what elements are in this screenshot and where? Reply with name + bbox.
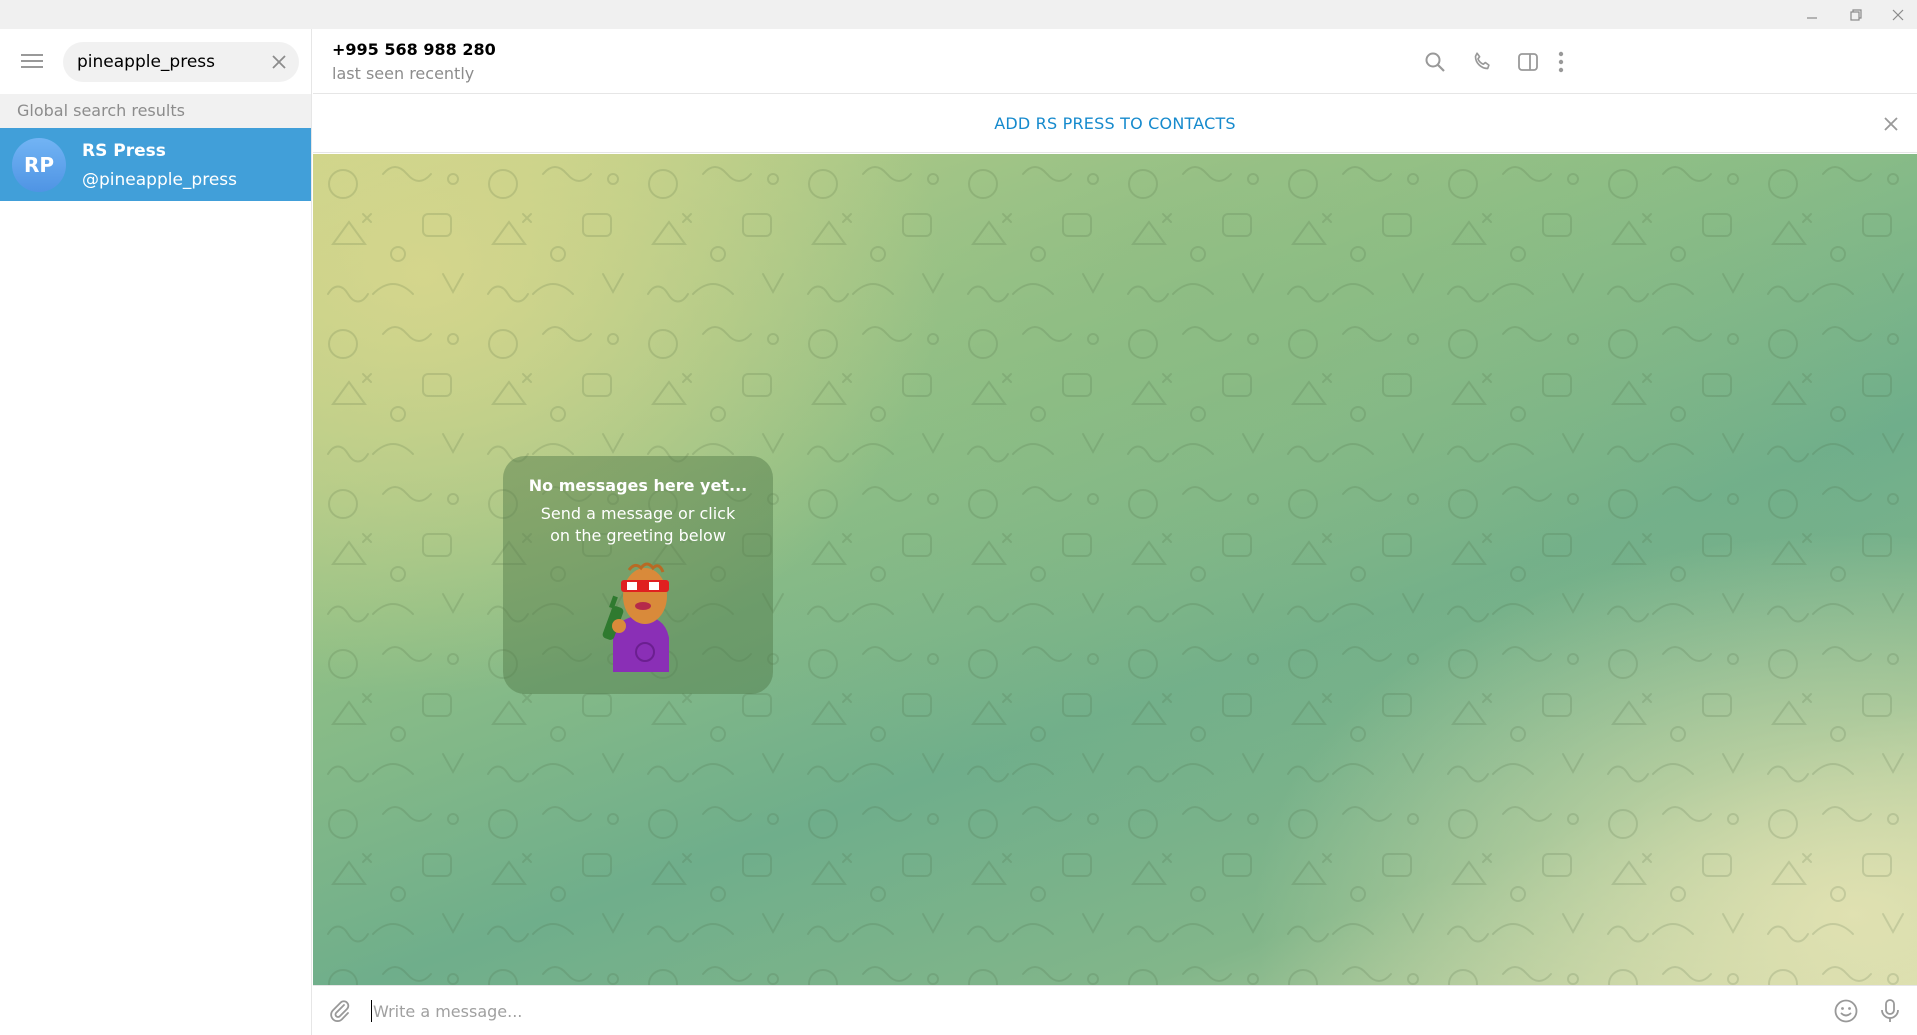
empty-state-title: No messages here yet... (528, 476, 748, 495)
left-header: pineapple_press (0, 29, 312, 94)
chat-status: last seen recently (332, 64, 475, 83)
more-vertical-icon[interactable] (1546, 47, 1576, 77)
microphone-icon (1881, 999, 1899, 1022)
phone-icon[interactable] (1467, 47, 1497, 77)
smile-icon (1834, 999, 1858, 1023)
dismiss-add-contact-button[interactable] (1877, 110, 1905, 138)
avatar: RP (12, 138, 66, 192)
hamburger-icon (21, 54, 43, 68)
close-icon[interactable] (1876, 0, 1917, 29)
sidebar-toggle-icon[interactable] (1513, 47, 1543, 77)
message-input[interactable] (373, 986, 1773, 1035)
search-box[interactable]: pineapple_press (63, 42, 299, 82)
empty-state-subtitle: Send a message or click on the greeting … (540, 504, 736, 545)
search-icon[interactable] (1420, 47, 1450, 77)
greeting-sticker-image (602, 562, 669, 672)
text-cursor (371, 1000, 372, 1022)
minimize-icon[interactable] (1790, 0, 1834, 29)
clear-search-button[interactable] (267, 50, 291, 74)
add-to-contacts-button[interactable]: ADD RS PRESS TO CONTACTS (313, 95, 1917, 153)
attach-button[interactable] (325, 996, 355, 1026)
emoji-button[interactable] (1831, 996, 1861, 1026)
close-icon (1884, 117, 1898, 131)
search-result-item[interactable]: RP RS Press @pineapple_press (0, 128, 311, 201)
chat-background: No messages here yet... Send a message o… (313, 154, 1917, 985)
left-column: pineapple_press Global search results RP… (0, 29, 312, 1035)
restore-icon[interactable] (1834, 0, 1878, 29)
close-icon (272, 55, 286, 69)
compose-bar (313, 985, 1917, 1035)
chat-header: +995 568 988 280 last seen recently (313, 29, 1917, 94)
result-name: RS Press (82, 141, 166, 161)
window-titlebar (0, 0, 1917, 29)
paperclip-icon (330, 1000, 350, 1022)
add-contact-bar: ADD RS PRESS TO CONTACTS (313, 95, 1917, 153)
empty-chat-card: No messages here yet... Send a message o… (503, 456, 773, 694)
menu-button[interactable] (14, 47, 50, 75)
chat-title[interactable]: +995 568 988 280 (332, 40, 496, 59)
search-input[interactable]: pineapple_press (77, 42, 215, 82)
voice-message-button[interactable] (1875, 996, 1905, 1026)
greeting-sticker[interactable] (595, 556, 685, 676)
section-label: Global search results (0, 94, 311, 128)
result-username: @pineapple_press (82, 170, 238, 190)
